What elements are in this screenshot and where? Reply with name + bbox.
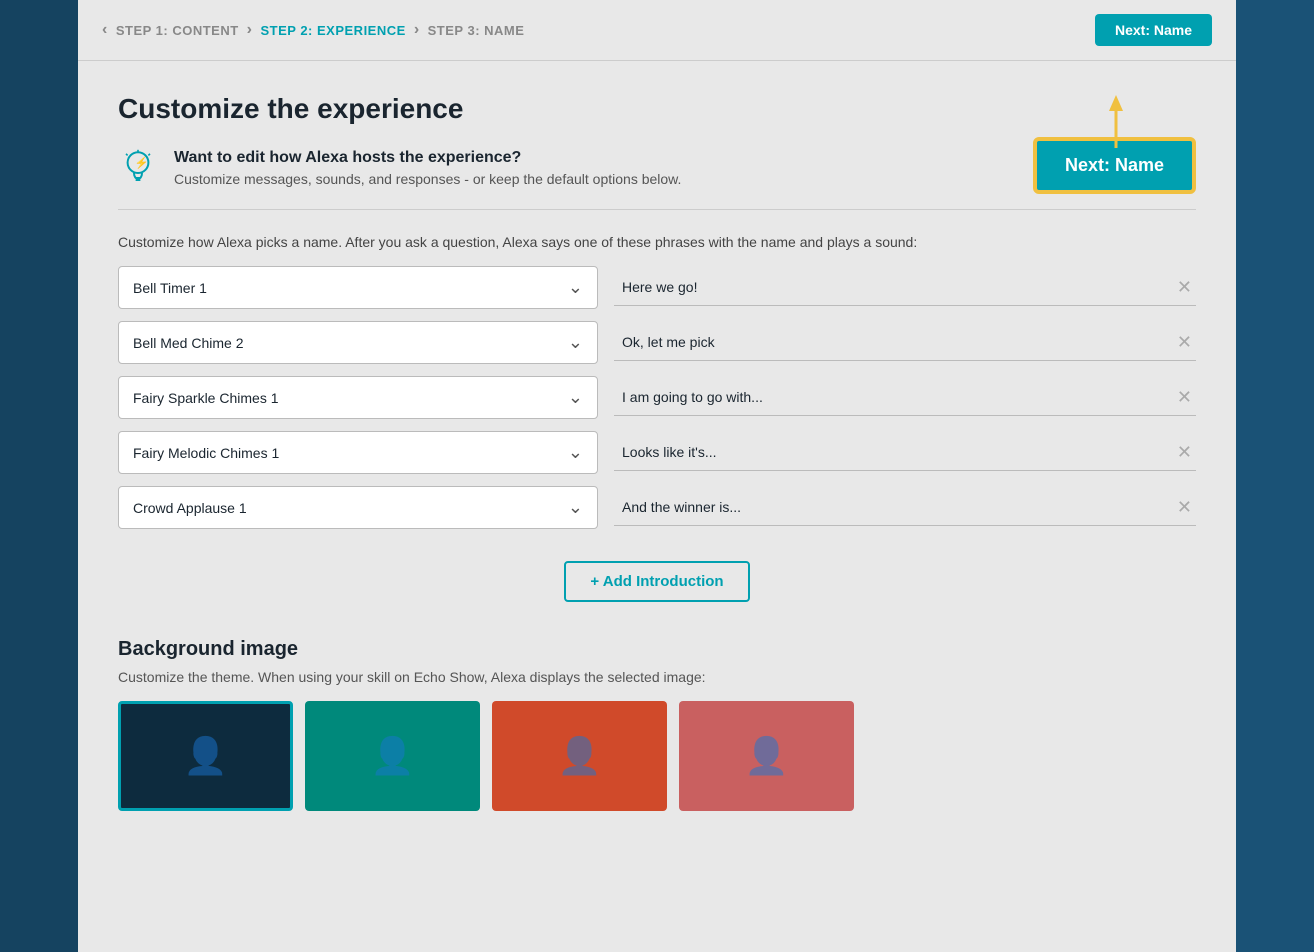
bg-thumb-4[interactable]: 👤	[679, 701, 854, 811]
customize-desc: Customize how Alexa picks a name. After …	[118, 234, 1196, 250]
phrase-input-wrap-1: ✕	[614, 269, 1196, 306]
bg-image-title: Background image	[118, 638, 1196, 661]
phrase-input-3[interactable]	[614, 385, 1165, 409]
phrase-input-2[interactable]	[614, 330, 1165, 354]
bg-image-desc: Customize the theme. When using your ski…	[118, 669, 1196, 685]
main-container: ‹ STEP 1: CONTENT › STEP 2: EXPERIENCE ›…	[78, 0, 1236, 952]
chevron-down-icon-1: ⌄	[568, 277, 583, 298]
person-icon-3: 👤	[557, 735, 602, 777]
sound-select-4[interactable]: Fairy Melodic Chimes 1 ⌄	[118, 431, 598, 474]
chevron-down-icon-4: ⌄	[568, 442, 583, 463]
sound-select-label-2: Bell Med Chime 2	[133, 335, 568, 351]
sound-select-label-1: Bell Timer 1	[133, 280, 568, 296]
content-area: Next: Name Customize the experience ⚡ Wa…	[78, 61, 1236, 952]
step2-label: STEP 2: EXPERIENCE	[261, 23, 406, 38]
breadcrumb-bar: ‹ STEP 1: CONTENT › STEP 2: EXPERIENCE ›…	[78, 0, 1236, 61]
bg-image-grid: 👤 👤 👤 👤	[118, 701, 1196, 811]
step3-label: STEP 3: NAME	[428, 23, 525, 38]
remove-row-1-button[interactable]: ✕	[1173, 277, 1196, 298]
lightbulb-icon: ⚡	[118, 149, 158, 189]
chevron-right-icon-1: ›	[247, 21, 253, 39]
person-icon-1: 👤	[183, 735, 228, 777]
table-row: Fairy Sparkle Chimes 1 ⌄ ✕	[118, 376, 1196, 419]
info-text: Want to edit how Alexa hosts the experie…	[174, 149, 681, 187]
phrase-input-1[interactable]	[614, 275, 1165, 299]
sound-select-1[interactable]: Bell Timer 1 ⌄	[118, 266, 598, 309]
table-row: Bell Timer 1 ⌄ ✕	[118, 266, 1196, 309]
phrase-input-wrap-5: ✕	[614, 489, 1196, 526]
phrase-input-wrap-4: ✕	[614, 434, 1196, 471]
bg-thumb-2[interactable]: 👤	[305, 701, 480, 811]
info-heading: Want to edit how Alexa hosts the experie…	[174, 149, 681, 167]
step1-label: STEP 1: CONTENT	[116, 23, 239, 38]
phrase-input-4[interactable]	[614, 440, 1165, 464]
remove-row-5-button[interactable]: ✕	[1173, 497, 1196, 518]
phrase-input-wrap-2: ✕	[614, 324, 1196, 361]
sound-select-5[interactable]: Crowd Applause 1 ⌄	[118, 486, 598, 529]
remove-row-4-button[interactable]: ✕	[1173, 442, 1196, 463]
info-body: Customize messages, sounds, and response…	[174, 171, 681, 187]
sound-select-label-5: Crowd Applause 1	[133, 500, 568, 516]
remove-row-3-button[interactable]: ✕	[1173, 387, 1196, 408]
sound-select-label-4: Fairy Melodic Chimes 1	[133, 445, 568, 461]
remove-row-2-button[interactable]: ✕	[1173, 332, 1196, 353]
callout-arrow-icon	[1056, 93, 1136, 153]
intro-rows: Bell Timer 1 ⌄ ✕ Bell Med Chime 2 ⌄ ✕	[118, 266, 1196, 541]
chevron-down-icon-5: ⌄	[568, 497, 583, 518]
bg-image-section: Background image Customize the theme. Wh…	[118, 638, 1196, 811]
sound-select-2[interactable]: Bell Med Chime 2 ⌄	[118, 321, 598, 364]
breadcrumb-steps: ‹ STEP 1: CONTENT › STEP 2: EXPERIENCE ›…	[102, 21, 524, 39]
next-name-button-header[interactable]: Next: Name	[1095, 14, 1212, 46]
sidebar-left	[0, 0, 78, 952]
table-row: Crowd Applause 1 ⌄ ✕	[118, 486, 1196, 529]
divider	[118, 209, 1196, 210]
table-row: Bell Med Chime 2 ⌄ ✕	[118, 321, 1196, 364]
bg-thumb-3[interactable]: 👤	[492, 701, 667, 811]
page-title: Customize the experience	[118, 93, 1196, 125]
sound-select-3[interactable]: Fairy Sparkle Chimes 1 ⌄	[118, 376, 598, 419]
person-icon-2: 👤	[370, 735, 415, 777]
bg-thumb-1[interactable]: 👤	[118, 701, 293, 811]
chevron-down-icon-2: ⌄	[568, 332, 583, 353]
phrase-input-wrap-3: ✕	[614, 379, 1196, 416]
add-introduction-button[interactable]: + Add Introduction	[564, 561, 749, 602]
phrase-input-5[interactable]	[614, 495, 1165, 519]
sound-select-label-3: Fairy Sparkle Chimes 1	[133, 390, 568, 406]
next-callout-container: Next: Name	[1033, 137, 1196, 194]
chevron-back-icon: ‹	[102, 21, 108, 39]
person-icon-4: 👤	[744, 735, 789, 777]
sidebar-right	[1236, 0, 1314, 952]
chevron-right-icon-2: ›	[414, 21, 420, 39]
svg-text:⚡: ⚡	[135, 156, 149, 170]
chevron-down-icon-3: ⌄	[568, 387, 583, 408]
table-row: Fairy Melodic Chimes 1 ⌄ ✕	[118, 431, 1196, 474]
